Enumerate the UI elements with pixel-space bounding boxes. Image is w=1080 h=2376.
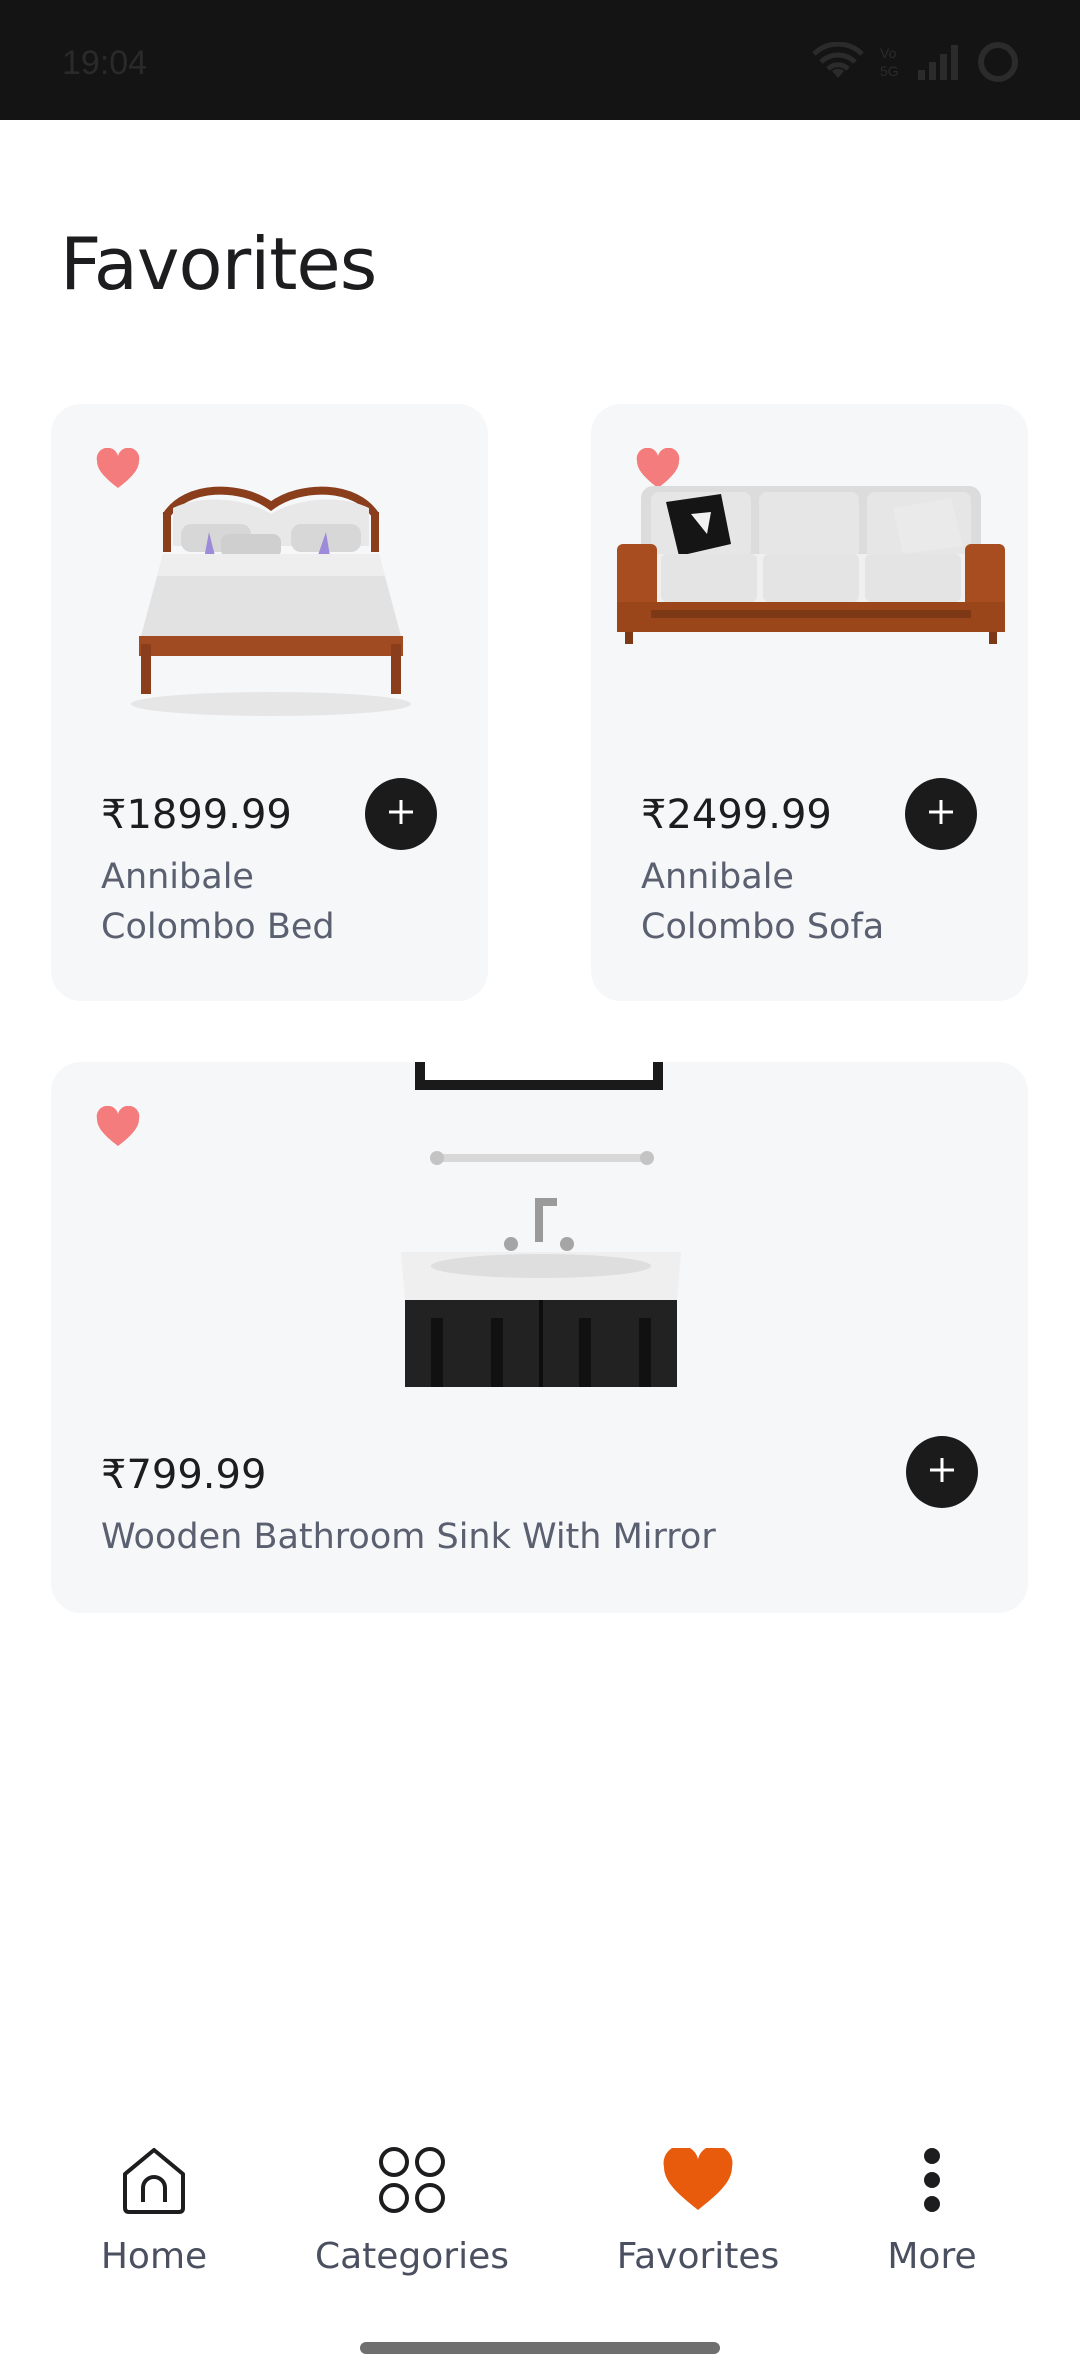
heart-icon [658,2140,738,2220]
nav-label: Home [100,2236,208,2277]
nav-item-favorites[interactable]: Favorites [616,2140,780,2277]
product-price: ₹1899.99 [101,792,292,838]
signal-icon [916,42,962,82]
svg-text:Vo: Vo [880,45,897,61]
product-name: Wooden Bathroom Sink With Mirror [101,1517,716,1557]
product-name-line: Colombo Sofa [641,907,885,947]
product-price: ₹799.99 [101,1452,267,1498]
add-to-cart-button[interactable] [365,778,437,850]
product-card-sofa[interactable]: ₹2499.99 Annibale Colombo Sofa [591,404,1028,1001]
volte-icon: Vo 5G [878,42,902,82]
bed-image [121,454,421,724]
nav-item-home[interactable]: Home [100,2140,208,2277]
product-price: ₹2499.99 [641,792,832,838]
nav-item-categories[interactable]: Categories [312,2140,512,2277]
wifi-icon [812,42,864,82]
nav-label: Favorites [616,2236,780,2277]
favorite-heart-icon[interactable] [95,1105,141,1148]
product-name-line: Colombo Bed [101,907,335,947]
status-bar: 19:04 Vo 5G [0,0,1080,120]
product-name-line: Annibale [101,857,254,897]
nav-item-more[interactable]: More [882,2140,982,2277]
plus-icon [926,797,956,832]
nav-label: Categories [314,2236,510,2277]
sink-image [391,1062,691,1387]
page-title: Favorites [60,222,377,306]
add-to-cart-button[interactable] [905,778,977,850]
battery-ring-icon [976,40,1020,84]
more-vertical-icon [892,2140,972,2220]
home-icon [114,2140,194,2220]
add-to-cart-button[interactable] [906,1436,978,1508]
product-name-line: Annibale [641,857,794,897]
status-time: 19:04 [62,44,148,82]
bottom-nav: Home Categories Favorites More [0,2140,1080,2330]
product-name: Annibale Colombo Sofa [641,852,884,952]
categories-icon [372,2140,452,2220]
plus-icon [386,797,416,832]
svg-text:5G: 5G [880,63,899,79]
plus-icon [927,1455,957,1490]
sofa-image [611,474,1011,674]
product-card-sink[interactable]: ₹799.99 Wooden Bathroom Sink With Mirror [51,1062,1028,1613]
product-card-bed[interactable]: ₹1899.99 Annibale Colombo Bed [51,404,488,1001]
home-indicator[interactable] [360,2342,720,2354]
product-name: Annibale Colombo Bed [101,852,335,952]
status-icons: Vo 5G [812,40,1020,84]
nav-label: More [887,2236,977,2277]
